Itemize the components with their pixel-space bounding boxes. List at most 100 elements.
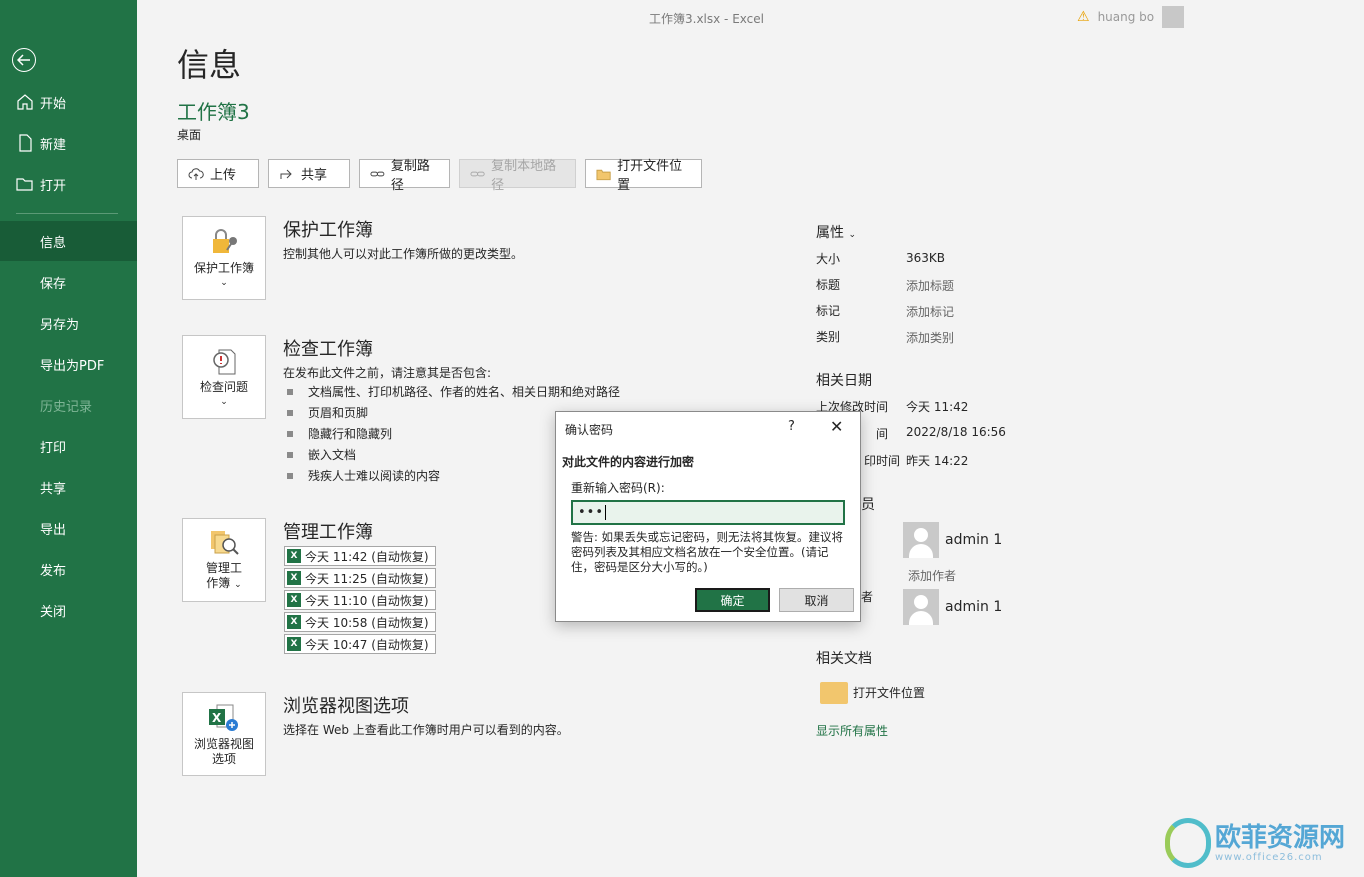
- nav-home[interactable]: 开始: [0, 82, 137, 122]
- modifier-entry[interactable]: admin 1: [903, 589, 1002, 625]
- home-icon: [17, 94, 33, 110]
- properties-header-text: 属性: [816, 225, 844, 241]
- open-location-label: 打开文件位置: [617, 158, 683, 193]
- open-location-button[interactable]: 打开文件位置: [585, 159, 702, 193]
- size-value: 363KB: [906, 251, 946, 265]
- nav-publish[interactable]: 发布: [0, 549, 137, 589]
- nav-info-label: 信息: [40, 235, 67, 251]
- related-dates-header: 相关日期: [816, 373, 872, 389]
- link-icon: [370, 171, 385, 176]
- nav-open[interactable]: 打开: [0, 164, 137, 204]
- account-area: ⚠ huang bo: [1077, 6, 1185, 28]
- nav-print-label: 打印: [40, 440, 67, 456]
- version-item[interactable]: X 今天 11:25 (自动恢复): [284, 568, 436, 588]
- nav-close[interactable]: 关闭: [0, 590, 137, 630]
- chevron-down-icon: ⌄: [848, 230, 856, 240]
- printed-label: 印时间: [864, 454, 901, 468]
- list-item: 文档属性、打印机路径、作者的姓名、相关日期和绝对路径: [287, 381, 620, 402]
- properties-header[interactable]: 属性 ⌄: [816, 222, 856, 242]
- user-avatar[interactable]: [1162, 6, 1185, 28]
- version-item[interactable]: X 今天 11:42 (自动恢复): [284, 546, 436, 566]
- manage-workbook-button[interactable]: 管理工 作簿 ⌄: [182, 518, 266, 602]
- manage-button-label-2-text: 作簿: [206, 576, 231, 590]
- protect-button-label: 保护工作簿: [193, 261, 254, 275]
- nav-publish-label: 发布: [40, 563, 67, 579]
- version-item[interactable]: X 今天 11:10 (自动恢复): [284, 590, 436, 610]
- protect-workbook-button[interactable]: 保护工作簿 ⌄: [182, 216, 266, 300]
- close-icon[interactable]: ✕: [830, 417, 843, 436]
- version-item[interactable]: X 今天 10:58 (自动恢复): [284, 612, 436, 632]
- watermark-logo-icon: [1165, 818, 1211, 868]
- inspect-title: 检查工作簿: [283, 339, 373, 360]
- page-title: 信息: [177, 46, 242, 84]
- copy-local-path-label: 复制本地路径: [491, 158, 557, 193]
- help-icon[interactable]: ?: [788, 419, 795, 434]
- tags-field[interactable]: 添加标记: [906, 303, 954, 320]
- new-doc-icon: [19, 134, 32, 152]
- nav-save-label: 保存: [40, 276, 67, 292]
- backstage-sidebar: 开始 新建 打开 信息 保存 另存为 导出为PDF 历史记录 打印 共享 导出 …: [0, 0, 137, 877]
- browser-button-label-2: 选项: [211, 752, 236, 766]
- confirm-password-dialog: 确认密码 ? ✕ 对此文件的内容进行加密 重新输入密码(R): ••• 警告: …: [555, 411, 861, 622]
- category-label: 类别: [816, 330, 841, 344]
- link-icon: [470, 171, 485, 176]
- category-field[interactable]: 添加类别: [906, 329, 954, 346]
- show-all-properties-link[interactable]: 显示所有属性: [816, 722, 888, 739]
- version-label: 今天 11:10 (自动恢复): [305, 593, 429, 608]
- ok-button[interactable]: 确定: [695, 588, 770, 612]
- folder-icon: [596, 169, 611, 180]
- cancel-button[interactable]: 取消: [779, 588, 854, 612]
- share-button[interactable]: 共享: [268, 159, 350, 188]
- watermark-url: www.office26.com: [1215, 851, 1323, 863]
- upload-label: 上传: [210, 168, 237, 183]
- check-issues-button[interactable]: 检查问题 ⌄: [182, 335, 266, 419]
- upload-button[interactable]: 上传: [177, 159, 259, 188]
- workbook-location: 桌面: [177, 128, 202, 142]
- manage-button-label-1: 管理工: [205, 561, 242, 575]
- nav-save-as[interactable]: 另存为: [0, 303, 137, 343]
- manage-workbook-icon: [211, 531, 239, 555]
- excel-file-icon: X: [287, 593, 301, 607]
- nav-share[interactable]: 共享: [0, 467, 137, 507]
- nav-print[interactable]: 打印: [0, 426, 137, 466]
- excel-file-icon: X: [287, 637, 301, 651]
- inspect-document-icon: [213, 349, 236, 375]
- svg-text:X: X: [212, 711, 222, 725]
- password-input[interactable]: •••: [571, 500, 845, 525]
- browser-title: 浏览器视图选项: [283, 696, 409, 717]
- nav-export-pdf[interactable]: 导出为PDF: [0, 344, 137, 384]
- browser-button-label-1: 浏览器视图: [193, 737, 254, 751]
- open-file-location-link[interactable]: 打开文件位置: [853, 684, 925, 701]
- browser-view-options-button[interactable]: X 浏览器视图 选项: [182, 692, 266, 776]
- nav-share-label: 共享: [40, 481, 67, 497]
- nav-save[interactable]: 保存: [0, 262, 137, 302]
- title-field[interactable]: 添加标题: [906, 277, 954, 294]
- site-watermark: 欧菲资源网 www.office26.com: [1165, 818, 1345, 868]
- nav-info[interactable]: 信息: [0, 221, 137, 261]
- related-docs-header: 相关文档: [816, 651, 872, 667]
- excel-file-icon: X: [287, 615, 301, 629]
- share-label: 共享: [301, 168, 328, 183]
- warning-icon[interactable]: ⚠: [1077, 9, 1090, 25]
- window-title: 工作簿3.xlsx - Excel: [649, 12, 764, 26]
- nav-new[interactable]: 新建: [0, 123, 137, 163]
- watermark-name: 欧菲资源网: [1215, 822, 1346, 853]
- version-label: 今天 11:42 (自动恢复): [305, 549, 429, 564]
- copy-path-button[interactable]: 复制路径: [359, 159, 450, 193]
- version-item[interactable]: X 今天 10:47 (自动恢复): [284, 634, 436, 654]
- nav-export[interactable]: 导出: [0, 508, 137, 548]
- manage-title: 管理工作簿: [283, 522, 373, 543]
- password-warning: 警告: 如果丢失或忘记密码，则无法将其恢复。建议将密码列表及其相应文档名放在一个…: [571, 530, 844, 574]
- share-icon: [280, 169, 292, 179]
- user-name[interactable]: huang bo: [1098, 10, 1155, 24]
- nav-history-label: 历史记录: [40, 399, 93, 415]
- author-name: admin 1: [945, 532, 1003, 548]
- excel-file-icon: X: [287, 571, 301, 585]
- inspect-desc: 在发布此文件之前，请注意其是否包含:: [283, 366, 492, 380]
- version-label: 今天 11:25 (自动恢复): [305, 571, 429, 586]
- nav-history: 历史记录: [0, 385, 137, 425]
- reenter-password-label: 重新输入密码(R):: [571, 481, 665, 495]
- author-entry[interactable]: admin 1: [903, 522, 1002, 558]
- add-author-link[interactable]: 添加作者: [908, 567, 956, 584]
- back-arrow-icon[interactable]: [12, 48, 36, 72]
